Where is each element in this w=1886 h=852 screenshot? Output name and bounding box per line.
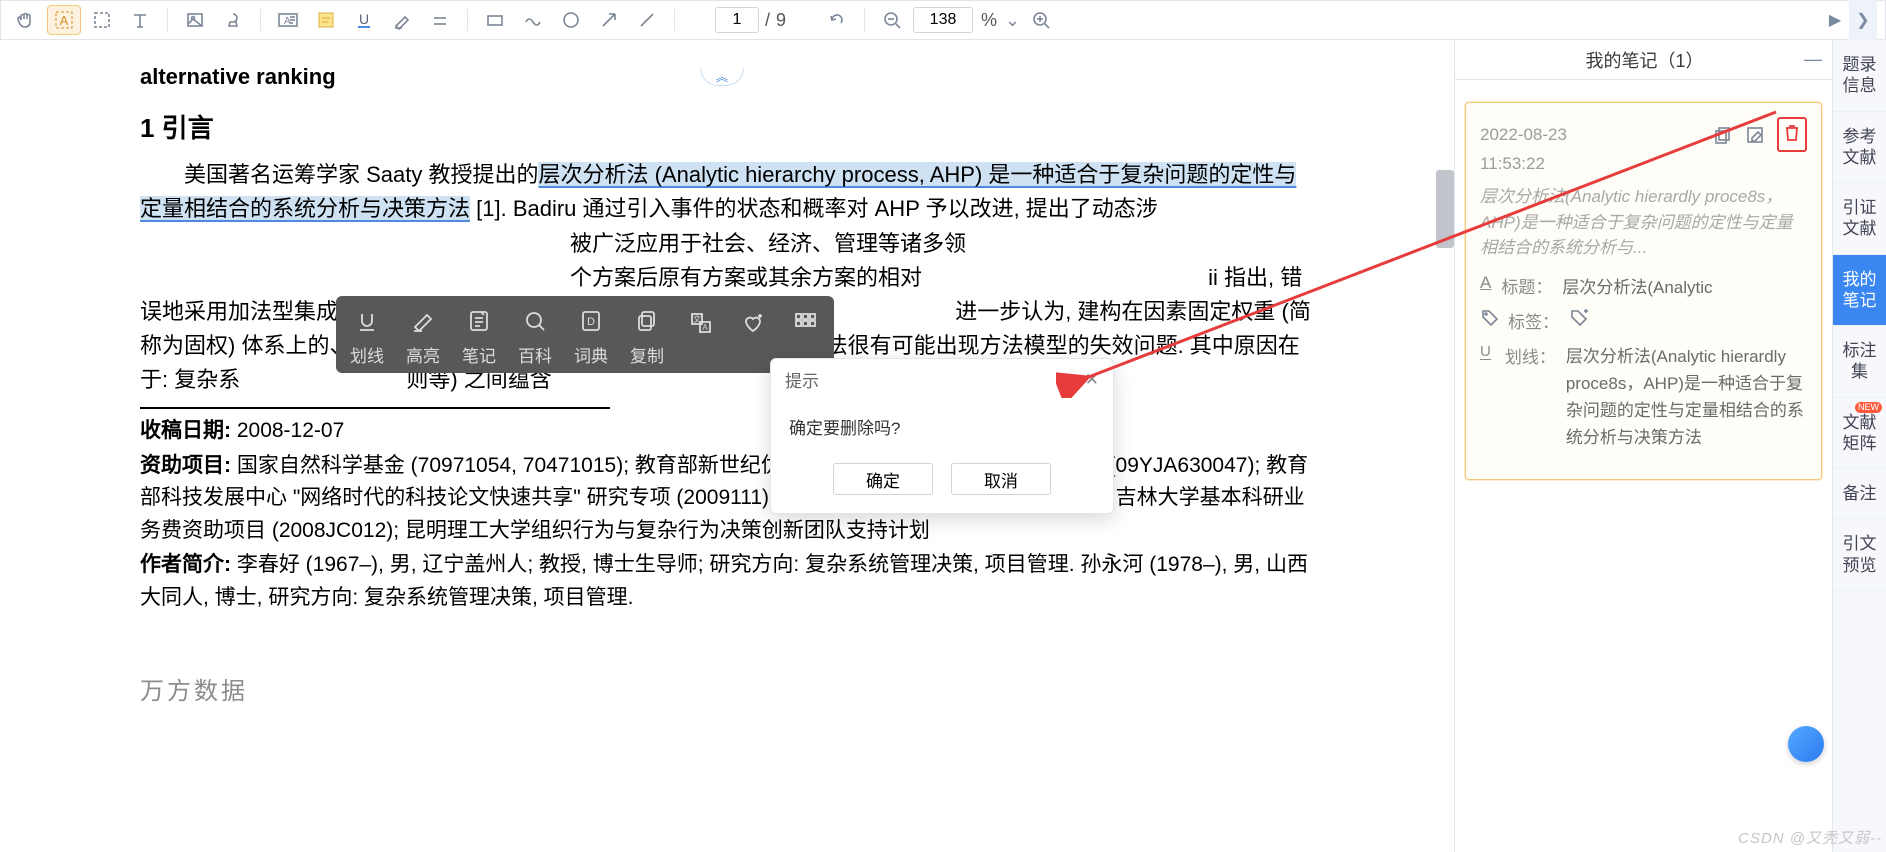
separator <box>167 9 168 31</box>
page-total: 9 <box>776 10 786 31</box>
zoom-pct: % <box>981 10 997 31</box>
floating-action-button[interactable] <box>1788 726 1824 762</box>
panel-collapse-left[interactable]: ▶ <box>1821 0 1849 40</box>
page-input[interactable] <box>715 7 759 33</box>
tab-references[interactable]: 参考文献 <box>1833 112 1886 184</box>
notes-panel: 我的笔记（1） — 2022-08-23 11:53:22 层次分析法(Anal… <box>1454 40 1832 852</box>
circle-shape[interactable] <box>554 5 588 35</box>
note-title-value: 层次分析法(Analytic <box>1562 273 1712 298</box>
tab-record-info[interactable]: 题录信息 <box>1833 40 1886 112</box>
ctx-highlight[interactable]: 高亮 <box>406 306 440 367</box>
doc-meta-fund: 资助项目: 国家自然科学基金 (70971054, 70471015); 教育部… <box>140 450 1314 548</box>
new-badge: NEW <box>1855 402 1882 413</box>
dialog-close-icon[interactable]: ✕ <box>1085 370 1099 390</box>
zoom-in[interactable] <box>1024 5 1058 35</box>
ctx-note[interactable]: 笔记 <box>462 306 496 367</box>
text-tool[interactable] <box>123 5 157 35</box>
underline-tool[interactable]: U <box>347 5 381 35</box>
doc-meta-date: 收稿日期: 2008-12-07 <box>140 415 1314 448</box>
zoom-indicator: % ⌄ <box>913 7 1020 33</box>
tab-citations[interactable]: 引证文献 <box>1833 183 1886 255</box>
ctx-baike[interactable]: 百科 <box>518 306 552 367</box>
note-date: 2022-08-23 <box>1480 125 1567 145</box>
textbox-tool[interactable]: A <box>271 5 305 35</box>
separator <box>674 9 675 31</box>
hand-tool[interactable] <box>9 5 43 35</box>
doc-watermark: 万方数据 <box>140 674 1314 711</box>
zoom-input[interactable] <box>913 7 973 33</box>
highlight-tool[interactable] <box>385 5 419 35</box>
rect-shape[interactable] <box>478 5 512 35</box>
zoom-out[interactable] <box>875 5 909 35</box>
tab-cite-preview[interactable]: 引文预览 <box>1833 519 1886 591</box>
csdn-watermark: CSDN @又秃又弱-- <box>1738 827 1882 848</box>
scrollbar-thumb[interactable] <box>1436 170 1454 248</box>
svg-text:U: U <box>359 11 369 27</box>
tab-annotation-set[interactable]: 标注集 <box>1833 326 1886 398</box>
svg-text:A: A <box>60 13 69 28</box>
tab-remark[interactable]: 备注 <box>1833 469 1886 519</box>
stamp-tool[interactable] <box>216 5 250 35</box>
note-excerpt: 层次分析法(Analytic hierardly proce8s，AHP)是一种… <box>1480 184 1807 261</box>
title-icon: A <box>1480 273 1491 298</box>
page-sep: / <box>765 10 770 31</box>
document-viewport[interactable]: alternative ranking 1 引言 美国著名运筹学家 Saaty … <box>0 40 1454 852</box>
zoom-dropdown-icon[interactable]: ⌄ <box>1005 10 1020 31</box>
strike-tool[interactable] <box>423 5 457 35</box>
panel-collapse-right[interactable]: ❯ <box>1849 0 1877 40</box>
tab-my-notes[interactable]: 我的笔记 <box>1833 255 1886 327</box>
copy-note-icon[interactable] <box>1713 125 1733 145</box>
wave-shape[interactable] <box>516 5 550 35</box>
note-card[interactable]: 2022-08-23 11:53:22 层次分析法(Analytic hiera… <box>1465 102 1822 480</box>
ctx-dict[interactable]: D词典 <box>574 306 608 367</box>
image-tool[interactable] <box>178 5 212 35</box>
ctx-underline[interactable]: 划线 <box>350 306 384 367</box>
note-time: 11:53:22 <box>1480 154 1807 174</box>
sticky-note-tool[interactable] <box>309 5 343 35</box>
separator <box>467 9 468 31</box>
tab-matrix[interactable]: NEW文献矩阵 <box>1833 398 1886 470</box>
doc-meta-author: 作者简介: 李春好 (1967–), 男, 辽宁盖州人; 教授, 博士生导师; … <box>140 549 1314 614</box>
dialog-cancel-button[interactable]: 取消 <box>951 463 1051 495</box>
notes-minimize-icon[interactable]: — <box>1804 49 1822 70</box>
separator <box>260 9 261 31</box>
note-field-title: A 标题： 层次分析法(Analytic <box>1480 273 1807 298</box>
notes-panel-title: 我的笔记（1） <box>1585 47 1703 73</box>
separator <box>864 9 865 31</box>
confirm-dialog: 提示 ✕ 确定要删除吗? 确定 取消 <box>770 358 1114 514</box>
add-tag-icon[interactable] <box>1569 308 1589 326</box>
note-field-underline: U 划线： 层次分析法(Analytic hierardly proce8s，A… <box>1480 343 1807 452</box>
doc-divider <box>140 407 610 409</box>
ctx-grid-icon[interactable] <box>790 308 820 338</box>
rotate-tool[interactable] <box>820 5 854 35</box>
underline-icon: U <box>1480 343 1491 360</box>
ctx-copy[interactable]: 复制 <box>630 306 664 367</box>
ctx-favorite-icon[interactable] <box>738 308 768 338</box>
doc-heading-intro: 1 引言 <box>140 108 1314 148</box>
trash-icon[interactable] <box>1782 122 1802 142</box>
top-toolbar: A A U / 9 % ⌄ ▶ ❯ <box>0 0 1886 40</box>
arrow-shape[interactable] <box>592 5 626 35</box>
edit-note-icon[interactable] <box>1745 125 1765 145</box>
right-tab-rail: 题录信息 参考文献 引证文献 我的笔记 标注集 NEW文献矩阵 备注 引文预览 <box>1832 40 1886 852</box>
ctx-translate-icon[interactable]: 文A <box>686 308 716 338</box>
note-field-tag: 标签： <box>1480 308 1807 333</box>
svg-text:文: 文 <box>693 314 701 324</box>
delete-note-highlighted[interactable] <box>1777 117 1807 152</box>
document-content: alternative ranking 1 引言 美国著名运筹学家 Saaty … <box>0 40 1454 712</box>
svg-text:D: D <box>587 316 595 328</box>
svg-text:A: A <box>284 16 291 27</box>
dialog-ok-button[interactable]: 确定 <box>833 463 933 495</box>
area-select-tool[interactable] <box>85 5 119 35</box>
svg-text:A: A <box>702 323 708 332</box>
text-select-tool[interactable]: A <box>47 5 81 35</box>
page-indicator: / 9 <box>715 7 786 33</box>
line-shape[interactable] <box>630 5 664 35</box>
note-underline-value: 层次分析法(Analytic hierardly proce8s，AHP)是一种… <box>1566 343 1807 452</box>
tag-icon <box>1480 308 1498 326</box>
selection-context-menu: 划线 高亮 笔记 百科 D词典 复制 文A <box>336 296 834 373</box>
dialog-body: 确定要删除吗? <box>771 400 1113 463</box>
dialog-title: 提示 <box>785 367 819 392</box>
